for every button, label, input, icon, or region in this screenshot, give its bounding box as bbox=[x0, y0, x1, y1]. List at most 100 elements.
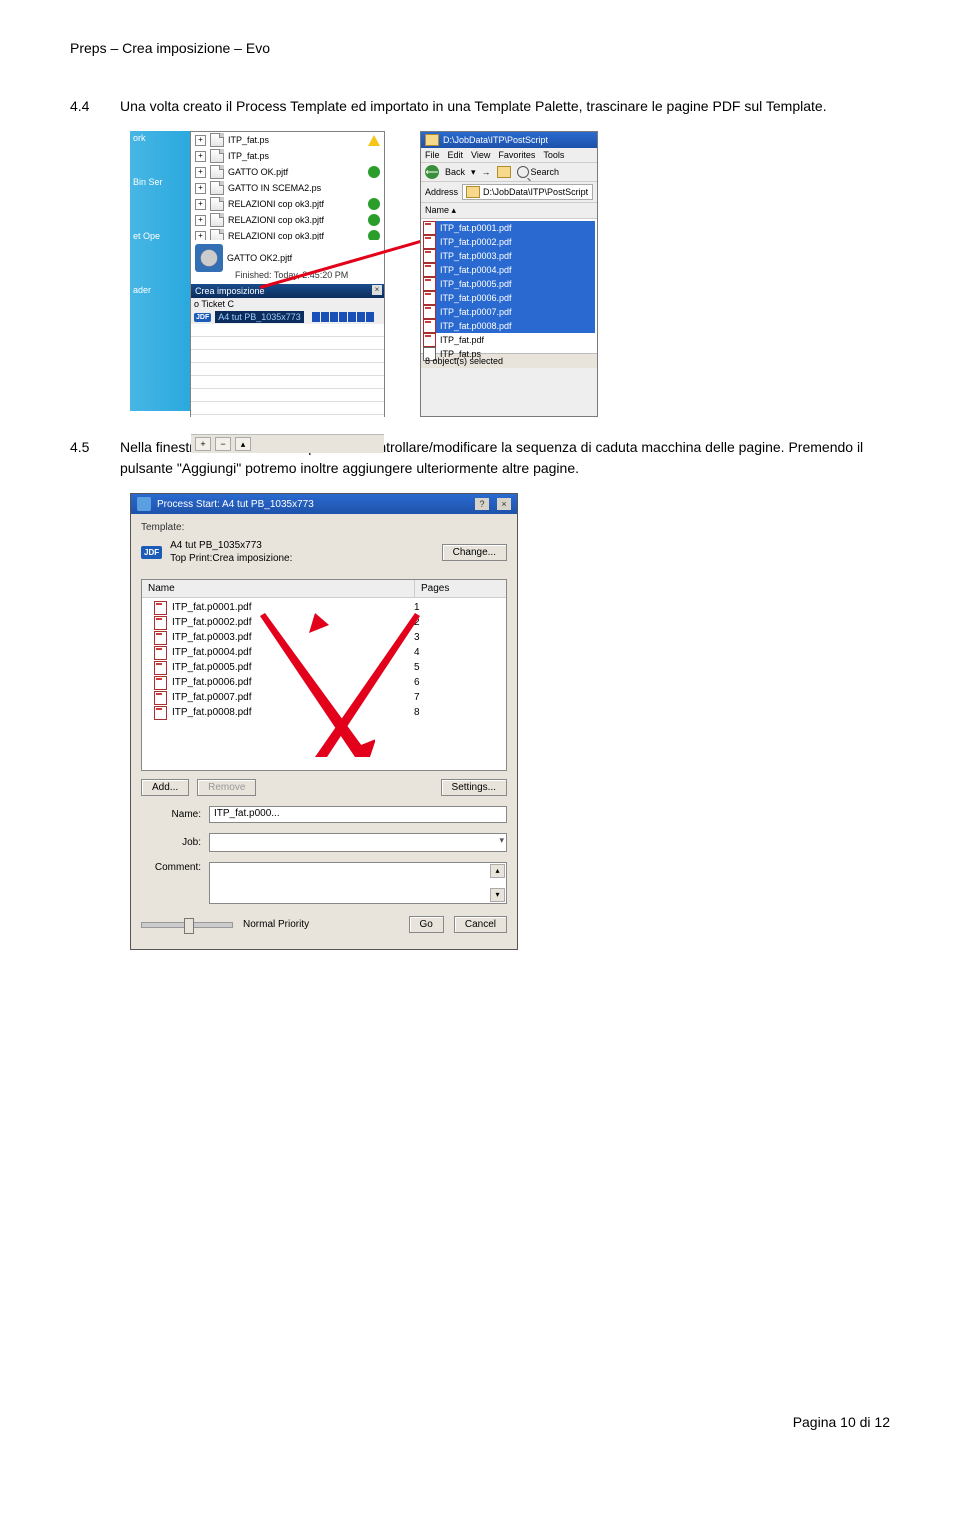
collapse-button[interactable]: − bbox=[215, 437, 231, 451]
file-row[interactable]: ITP_fat.p0002.pdf bbox=[423, 235, 595, 249]
address-bar[interactable]: Address D:\JobData\ITP\PostScript bbox=[421, 182, 597, 203]
input-files-list[interactable]: Name Pages ITP_fat.p0001.pdf1ITP_fat.p00… bbox=[141, 579, 507, 771]
comment-field[interactable]: ▴ ▾ bbox=[209, 862, 507, 904]
list-item[interactable]: ITP_fat.p0001.pdf1 bbox=[144, 600, 504, 615]
column-header[interactable]: Name ▴ bbox=[421, 203, 597, 219]
expand-icon[interactable]: + bbox=[195, 199, 206, 210]
tree-item[interactable]: +GATTO IN SCEMA2.ps bbox=[191, 180, 384, 196]
scroll-up-icon[interactable]: ▴ bbox=[490, 864, 505, 878]
file-row[interactable]: ITP_fat.p0006.pdf bbox=[423, 291, 595, 305]
page-number: 2 bbox=[414, 617, 504, 628]
explorer-titlebar[interactable]: D:\JobData\ITP\PostScript bbox=[421, 132, 597, 148]
expand-icon[interactable]: + bbox=[195, 183, 206, 194]
up-icon[interactable] bbox=[497, 166, 511, 178]
strip-label: et Ope bbox=[130, 229, 190, 243]
forward-icon[interactable]: → bbox=[482, 167, 491, 177]
page-footer: Pagina 10 di 12 bbox=[793, 1414, 890, 1430]
search-icon bbox=[517, 166, 529, 178]
list-item[interactable]: ITP_fat.p0002.pdf2 bbox=[144, 615, 504, 630]
priority-slider[interactable] bbox=[141, 922, 233, 928]
search-label: Search bbox=[531, 167, 560, 177]
settings-button[interactable]: Settings... bbox=[441, 779, 507, 796]
file-row[interactable]: ITP_fat.pdf bbox=[423, 333, 595, 347]
explorer-window: D:\JobData\ITP\PostScript File Edit View… bbox=[420, 131, 598, 417]
pdf-icon bbox=[154, 646, 167, 660]
file-name: ITP_fat.p0007.pdf bbox=[440, 307, 512, 317]
page-number: 5 bbox=[414, 662, 504, 673]
back-button[interactable]: ⟵ bbox=[425, 165, 439, 179]
help-button[interactable]: ? bbox=[475, 498, 489, 510]
close-icon[interactable]: × bbox=[372, 285, 382, 295]
file-name: ITP_fat.p0005.pdf bbox=[172, 662, 252, 673]
menu-view[interactable]: View bbox=[471, 150, 490, 160]
expand-button[interactable]: + bbox=[195, 437, 211, 451]
scroll-down-icon[interactable]: ▾ bbox=[490, 888, 505, 902]
expand-icon[interactable]: + bbox=[195, 231, 206, 241]
crea-imposizione-header[interactable]: Crea imposizione × bbox=[191, 284, 384, 298]
expand-icon[interactable]: + bbox=[195, 167, 206, 178]
add-button[interactable]: Add... bbox=[141, 779, 189, 796]
change-button[interactable]: Change... bbox=[442, 544, 507, 561]
file-name: ITP_fat.p0001.pdf bbox=[172, 602, 252, 613]
expand-icon[interactable]: + bbox=[195, 151, 206, 162]
list-item[interactable]: ITP_fat.p0006.pdf6 bbox=[144, 675, 504, 690]
file-row[interactable]: ITP_fat.p0005.pdf bbox=[423, 277, 595, 291]
tree-item[interactable]: +ITP_fat.ps bbox=[191, 132, 384, 148]
explorer-menubar[interactable]: File Edit View Favorites Tools bbox=[421, 148, 597, 163]
go-button[interactable]: Go bbox=[409, 916, 444, 933]
list-item[interactable]: ITP_fat.p0005.pdf 5 bbox=[144, 660, 504, 675]
list-body[interactable]: ITP_fat.p0001.pdf1ITP_fat.p0002.pdf2ITP_… bbox=[142, 598, 506, 722]
chevron-down-icon[interactable]: ▾ bbox=[471, 167, 476, 178]
tree-list[interactable]: +ITP_fat.ps+ITP_fat.ps+GATTO OK.pjtf+GAT… bbox=[191, 132, 384, 240]
col-name[interactable]: Name bbox=[142, 580, 415, 597]
file-icon bbox=[423, 333, 436, 347]
search-button[interactable]: Search bbox=[517, 166, 560, 178]
progress-bar bbox=[312, 312, 374, 322]
name-field[interactable]: ITP_fat.p000... bbox=[209, 806, 507, 823]
list-item[interactable]: ITP_fat.p0004.pdf4 bbox=[144, 645, 504, 660]
file-row[interactable]: ITP_fat.p0007.pdf bbox=[423, 305, 595, 319]
list-item[interactable]: ITP_fat.p0008.pdf8 bbox=[144, 705, 504, 720]
close-button[interactable]: × bbox=[497, 498, 511, 510]
back-label[interactable]: Back bbox=[445, 167, 465, 177]
remove-button[interactable]: Remove bbox=[197, 779, 256, 796]
file-row[interactable]: ITP_fat.p0003.pdf bbox=[423, 249, 595, 263]
file-row[interactable]: ITP_fat.p0001.pdf bbox=[423, 221, 595, 235]
running-job-row[interactable]: JDF A4 tut PB_1035x773 bbox=[191, 310, 384, 324]
ok-icon bbox=[368, 214, 380, 226]
menu-edit[interactable]: Edit bbox=[448, 150, 464, 160]
cancel-button[interactable]: Cancel bbox=[454, 916, 507, 933]
slider-thumb[interactable] bbox=[184, 918, 194, 934]
list-item[interactable]: ITP_fat.p0003.pdf3 bbox=[144, 630, 504, 645]
expand-icon[interactable]: + bbox=[195, 135, 206, 146]
page-number: 8 bbox=[414, 707, 504, 718]
file-list[interactable]: ITP_fat.p0001.pdfITP_fat.p0002.pdfITP_fa… bbox=[421, 219, 597, 353]
tree-item[interactable]: +RELAZIONI cop ok3.pjtf bbox=[191, 228, 384, 240]
file-row[interactable]: ITP_fat.p0004.pdf bbox=[423, 263, 595, 277]
strip-label: ader bbox=[130, 283, 190, 297]
file-name: ITP_fat.pdf bbox=[440, 335, 484, 345]
filter-button[interactable]: ▴ bbox=[235, 437, 251, 451]
list-header[interactable]: Name Pages bbox=[142, 580, 506, 598]
ok-icon bbox=[368, 166, 380, 178]
col-name[interactable]: Name bbox=[425, 205, 449, 215]
dialog-titlebar[interactable]: Process Start: A4 tut PB_1035x773 ? × bbox=[131, 494, 517, 514]
page-icon bbox=[210, 213, 224, 227]
priority-label: Normal Priority bbox=[243, 919, 309, 930]
menu-file[interactable]: File bbox=[425, 150, 440, 160]
tree-item[interactable]: +ITP_fat.ps bbox=[191, 148, 384, 164]
job-combo[interactable] bbox=[209, 833, 507, 852]
tree-item[interactable]: +RELAZIONI cop ok3.pjtf bbox=[191, 196, 384, 212]
col-pages[interactable]: Pages bbox=[415, 580, 506, 597]
expand-icon[interactable]: + bbox=[195, 215, 206, 226]
list-item[interactable]: ITP_fat.p0007.pdf7 bbox=[144, 690, 504, 705]
menu-favorites[interactable]: Favorites bbox=[498, 150, 535, 160]
address-value: D:\JobData\ITP\PostScript bbox=[483, 187, 588, 197]
tree-item[interactable]: +RELAZIONI cop ok3.pjtf bbox=[191, 212, 384, 228]
file-row[interactable]: ITP_fat.p0008.pdf bbox=[423, 319, 595, 333]
address-field[interactable]: D:\JobData\ITP\PostScript bbox=[462, 184, 593, 200]
tree-item[interactable]: +GATTO OK.pjtf bbox=[191, 164, 384, 180]
explorer-toolbar[interactable]: ⟵ Back ▾ → Search bbox=[421, 163, 597, 182]
pdf-icon bbox=[154, 691, 167, 705]
menu-tools[interactable]: Tools bbox=[543, 150, 564, 160]
